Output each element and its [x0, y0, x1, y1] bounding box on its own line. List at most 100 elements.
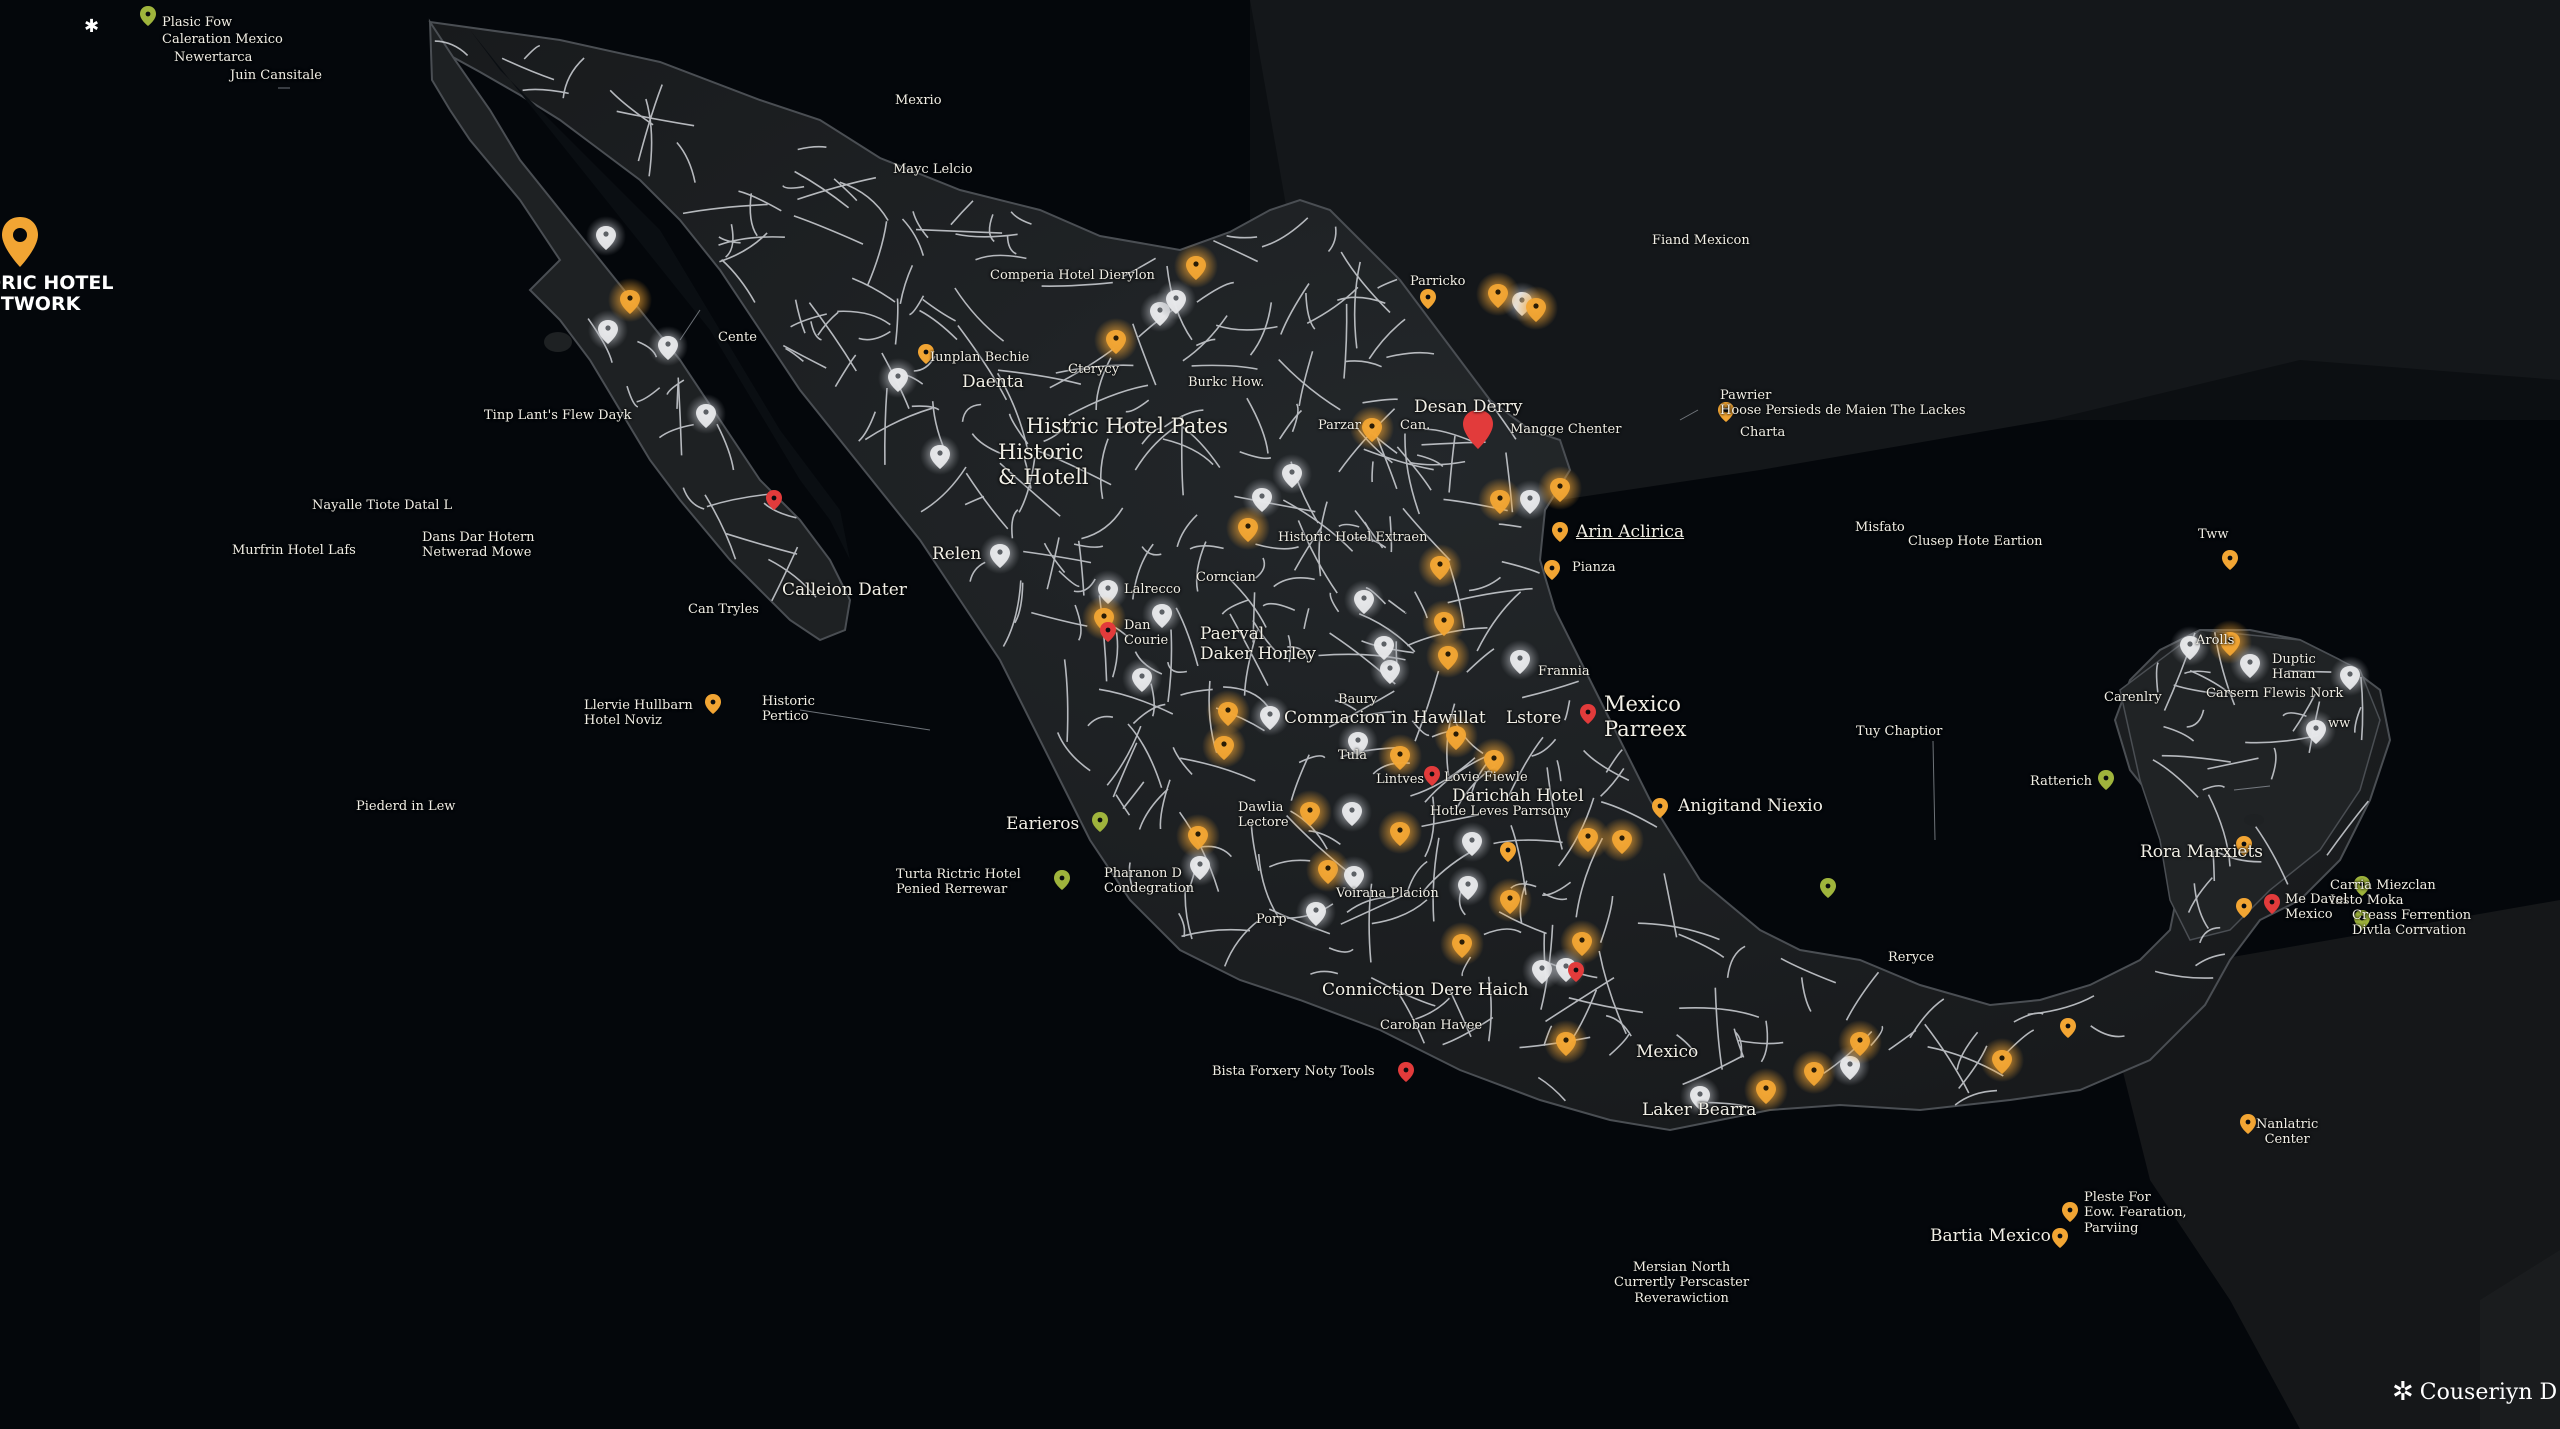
map-label: Pianza	[1572, 560, 1616, 575]
map-pin-dot	[923, 349, 929, 355]
hotel-marker-gold[interactable]	[1600, 818, 1644, 862]
hotel-marker-gray[interactable]	[648, 326, 688, 366]
map-pin-dot	[2227, 555, 2233, 561]
map-label: Nayalle Tiote Datal L	[312, 498, 453, 513]
map-pin-dot	[1549, 565, 1555, 571]
map-pin-dot	[145, 11, 151, 17]
hotel-marker-gold[interactable]	[1838, 1020, 1882, 1064]
hotel-marker-gold[interactable]	[1538, 466, 1582, 510]
map-label: Frannia	[1538, 664, 1590, 679]
map-pin-dot	[1097, 817, 1103, 823]
hotel-marker-gold[interactable]	[1426, 634, 1470, 678]
map-label: Relen	[932, 544, 982, 564]
map-label: Can.	[1400, 418, 1431, 433]
map-pin-dot	[1403, 1067, 1409, 1073]
map-credit: ✲ Couseriyn D	[2392, 1377, 2558, 1407]
map-label: Fiand Mexicon	[1652, 233, 1750, 248]
map-pin-dot	[2103, 775, 2109, 781]
hotel-marker-gold[interactable]	[1478, 478, 1522, 522]
map-pin-dot	[771, 495, 777, 501]
map-label: Nanlatric Center	[2256, 1117, 2319, 1148]
hotel-marker-gray[interactable]	[586, 216, 626, 256]
road-segment	[1371, 461, 1374, 483]
map-label: Pharanon D Condegration	[1104, 866, 1195, 897]
map-label: Mexico Parreex	[1604, 692, 1687, 741]
hotel-marker-gray[interactable]	[1448, 866, 1488, 906]
map-label: Arin Aclirica	[1576, 522, 1685, 542]
map-label: Caroban Havee	[1380, 1018, 1483, 1033]
map-label: Duptic Hanan	[2272, 652, 2316, 683]
map-label: Tinp Lant's Flew Dayk	[484, 408, 632, 423]
hotel-marker-gold[interactable]	[1544, 1020, 1588, 1064]
hotel-marker-gray[interactable]	[588, 310, 628, 350]
hotel-marker-gray[interactable]	[2230, 644, 2270, 684]
island	[2244, 814, 2264, 826]
asterisk-logo-icon: ✲	[2392, 1377, 2414, 1407]
map-pin-dot	[1557, 527, 1563, 533]
hotel-marker-gray[interactable]	[878, 358, 918, 398]
hotel-marker-gold[interactable]	[1094, 318, 1138, 362]
map-label: Historic & Hotell	[998, 440, 1089, 489]
map-label: Hotle Leves Parrsony	[1430, 804, 1572, 819]
map-canvas[interactable]: TORIC HOTEL NETWORK ✱ Plasic Fow Calerat…	[0, 0, 2560, 1429]
map-pin-dot	[1585, 709, 1591, 715]
hotel-marker-gray[interactable]	[1500, 640, 1540, 680]
hotel-marker-gold[interactable]	[1226, 506, 1270, 550]
map-pin-dot	[1105, 627, 1111, 633]
hotel-marker-gray[interactable]	[1296, 892, 1336, 932]
map-label: Corncian	[1196, 570, 1256, 585]
map-label: Historic Pertico	[762, 694, 815, 725]
map-label: Lalrecco	[1124, 582, 1181, 597]
hotel-marker-gray[interactable]	[920, 435, 960, 475]
hotel-marker-gray[interactable]	[1156, 280, 1196, 320]
map-label: Parzar	[1318, 418, 1361, 433]
map-pin-dot	[2057, 1233, 2063, 1239]
hotel-marker-gold[interactable]	[1488, 878, 1532, 922]
map-label: Daenta	[962, 372, 1024, 392]
hotel-marker-gold[interactable]	[1378, 810, 1422, 854]
hotel-marker-gold[interactable]	[1476, 272, 1520, 316]
gear-icon[interactable]: ✱	[84, 16, 99, 37]
map-label: Dans Dar Hotern Netwerad Mowe	[422, 530, 535, 561]
map-label: Bartia Mexico	[1930, 1226, 2051, 1246]
road-segment	[676, 384, 679, 409]
map-label: Piederd in Lew	[356, 799, 456, 814]
hotel-marker-gray[interactable]	[1122, 658, 1162, 698]
brand-title: TORIC HOTEL NETWORK	[0, 272, 114, 316]
map-pin-dot	[2241, 903, 2247, 909]
map-label: Tula	[1338, 748, 1367, 763]
map-pin-dot	[2065, 1023, 2071, 1029]
map-pin-dot	[2245, 1119, 2251, 1125]
map-label: Laker Bearra	[1642, 1100, 1757, 1120]
map-label: ww	[2328, 716, 2351, 731]
map-pin-dot	[1425, 294, 1431, 300]
hotel-marker-gold[interactable]	[1792, 1050, 1836, 1094]
map-label: Anigitand Niexio	[1678, 796, 1823, 816]
map-label: Baury	[1338, 692, 1378, 707]
hotel-marker-gold[interactable]	[1980, 1038, 2024, 1082]
map-label: Misfato	[1855, 520, 1905, 535]
hotel-marker-gold[interactable]	[1202, 724, 1246, 768]
hotel-marker-gold[interactable]	[1440, 922, 1484, 966]
map-label: Bista Forxery Noty Tools	[1212, 1064, 1375, 1079]
hotel-marker-gold[interactable]	[1288, 790, 1332, 834]
map-label: Lintves	[1376, 772, 1425, 787]
map-pin-dot	[2067, 1207, 2073, 1213]
hotel-marker-gray[interactable]	[1332, 792, 1372, 832]
map-label: Caleration Mexico	[162, 32, 283, 47]
map-label: Mersian North Currertly Perscaster Rever…	[1614, 1260, 1750, 1306]
map-label: Dawlia Lectore	[1238, 800, 1289, 831]
map-label: Pawrier Hoose Persieds de Maien The Lack…	[1720, 388, 1966, 419]
map-pin-dot	[1429, 771, 1435, 777]
map-label: Iunplan Bechie	[930, 350, 1030, 365]
hotel-marker-gray[interactable]	[1344, 580, 1384, 620]
hotel-marker-gray[interactable]	[686, 394, 726, 434]
hotel-marker-gray[interactable]	[1452, 822, 1492, 862]
map-pin-dot	[1059, 875, 1065, 881]
hotel-marker-gray[interactable]	[980, 534, 1020, 574]
hotel-marker-gray[interactable]	[1364, 626, 1404, 666]
map-label: Ratterich	[2030, 774, 2093, 789]
map-label: Reryce	[1888, 950, 1935, 965]
hotel-marker-gold[interactable]	[1514, 286, 1558, 330]
hotel-marker-gold[interactable]	[1418, 544, 1462, 588]
